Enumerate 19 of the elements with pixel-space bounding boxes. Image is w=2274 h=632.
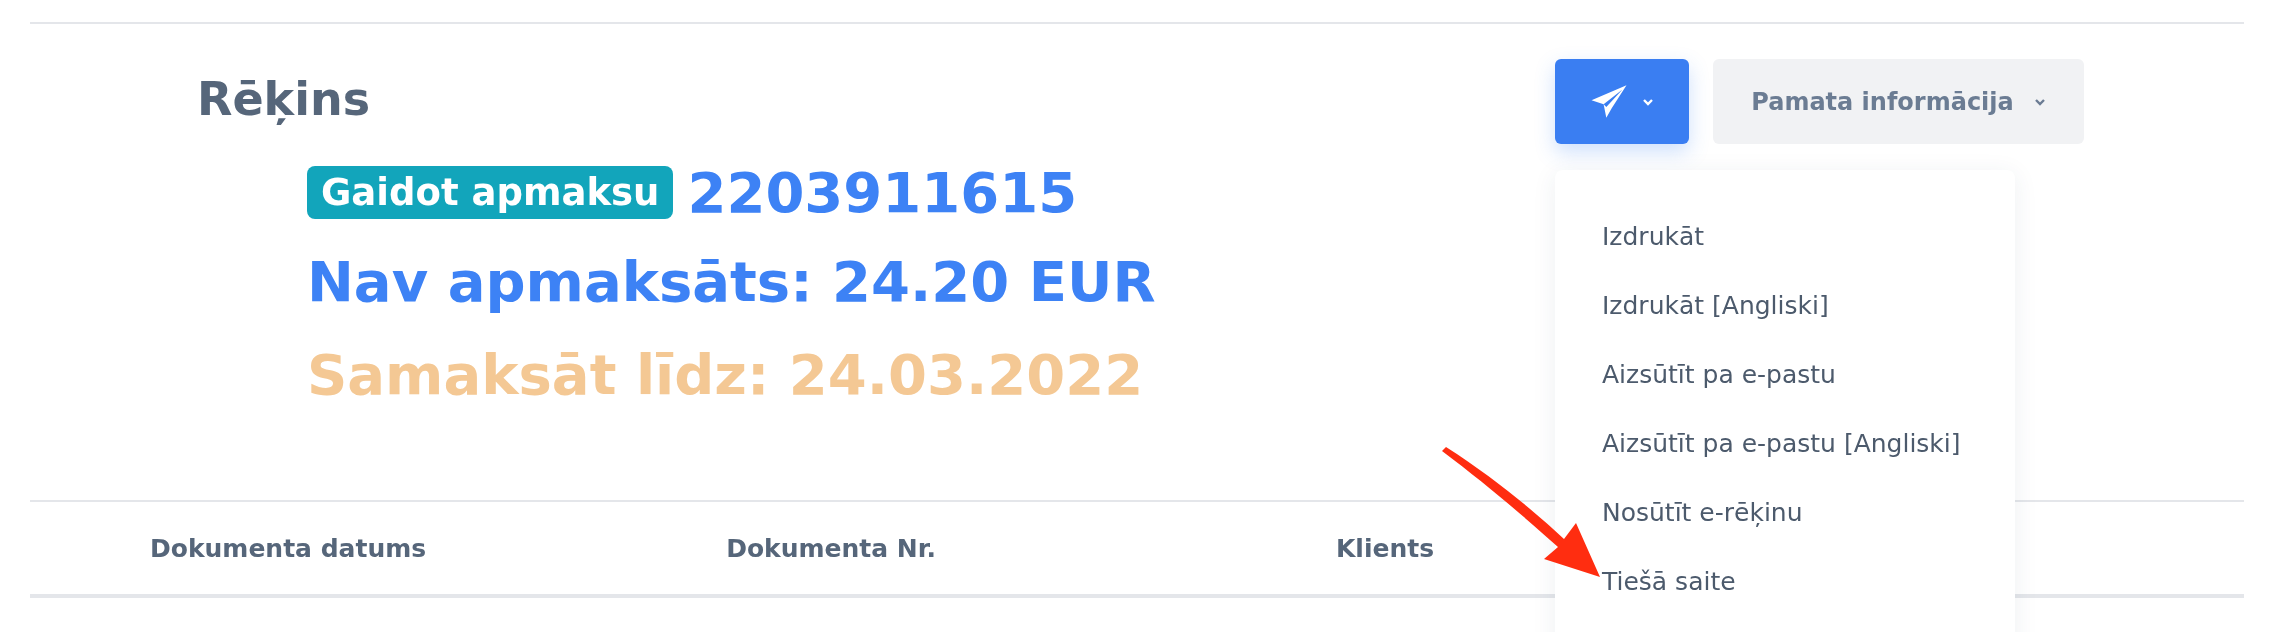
- menu-item[interactable]: Aizsūtīt pa e-pastu: [1555, 340, 2015, 409]
- paper-plane-icon: [1590, 84, 1628, 119]
- menu-item[interactable]: Aizsūtīt pa e-pastu [Angliski]: [1555, 409, 2015, 478]
- column-header: Dokumenta Nr.: [726, 533, 936, 563]
- page-title: Rēķins: [197, 72, 372, 126]
- menu-item[interactable]: Izdrukāt [Angliski]: [1555, 271, 2015, 340]
- caret-icon: [1642, 97, 1654, 106]
- caret-icon: [2033, 97, 2046, 106]
- info-dropdown-button[interactable]: Pamata informācija: [1713, 59, 2084, 144]
- menu-item[interactable]: Tiešā saite: [1555, 547, 2015, 616]
- column-header: Dokumenta datums: [150, 533, 427, 563]
- column-header: Klients: [1336, 533, 1435, 563]
- menu-item[interactable]: Izdrukāt: [1555, 202, 2015, 271]
- menu-item[interactable]: Nosūtīt e-rēķinu: [1555, 478, 2015, 547]
- invoice-number: 2203911615: [687, 160, 1078, 225]
- status-badge: Gaidot apmaksu: [307, 166, 674, 219]
- unpaid-amount: Nav apmaksāts: 24.20 EUR: [307, 249, 1156, 314]
- send-button[interactable]: [1555, 59, 1689, 144]
- due-date: Samaksāt līdz: 24.03.2022: [307, 342, 1145, 407]
